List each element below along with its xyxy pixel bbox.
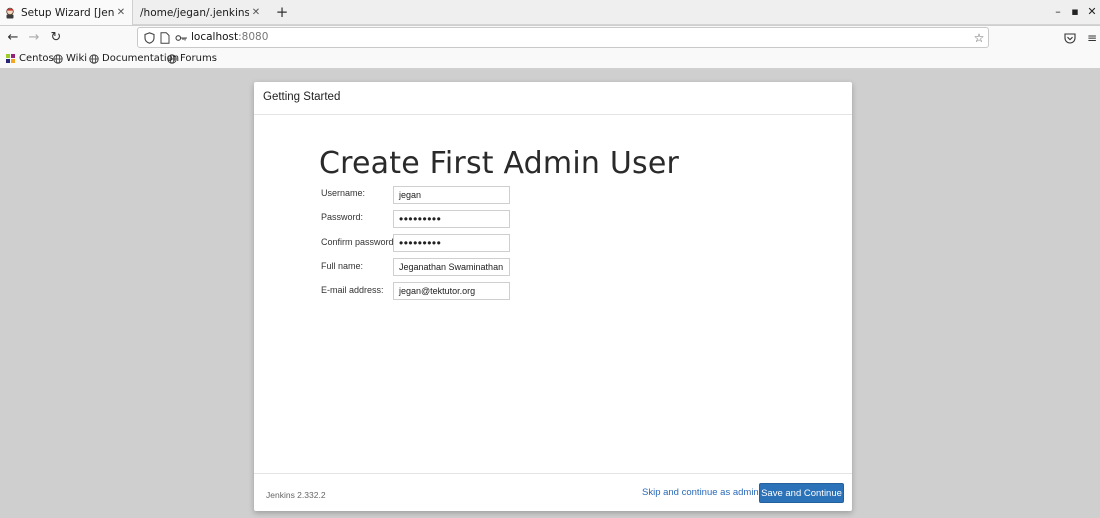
hamburger-menu-icon[interactable]: ≡ <box>1084 30 1100 46</box>
url-host: localhost <box>191 31 239 43</box>
tab-title: /home/jegan/.jenkins/secrets/ <box>140 6 249 19</box>
jenkins-version: Jenkins 2.332.2 <box>266 490 326 500</box>
username-input[interactable]: jegan <box>393 186 510 204</box>
bookmark-centos[interactable]: Centos <box>5 53 54 64</box>
minimize-window-icon[interactable]: – <box>1050 4 1066 20</box>
setup-wizard-dialog: Getting Started Create First Admin User … <box>254 82 852 511</box>
forward-arrow-icon[interactable]: → <box>25 29 43 47</box>
centos-icon <box>5 53 16 64</box>
password-input[interactable]: ••••••••• <box>393 210 510 228</box>
bookmark-star-icon[interactable]: ☆ <box>972 30 986 45</box>
page-icon <box>158 30 172 45</box>
jenkins-favicon-icon <box>4 7 16 19</box>
address-bar[interactable]: localhost:8080 ☆ <box>137 27 989 48</box>
globe-icon <box>166 53 177 64</box>
key-icon[interactable] <box>174 30 188 45</box>
confirm-password-label: Confirm password: <box>321 237 397 247</box>
back-arrow-icon[interactable]: ← <box>4 29 22 47</box>
url-text[interactable]: localhost:8080 <box>191 31 268 43</box>
tab-strip: Setup Wizard [Jenkins] ✕ /home/jegan/.je… <box>0 0 1100 25</box>
full-name-input[interactable]: Jeganathan Swaminathan <box>393 258 510 276</box>
bookmark-label: Centos <box>19 53 54 64</box>
full-name-label: Full name: <box>321 261 364 271</box>
email-label: E-mail address: <box>321 285 384 295</box>
confirm-password-input[interactable]: ••••••••• <box>393 234 510 252</box>
page-title: Create First Admin User <box>319 146 680 181</box>
bookmarks-toolbar: Centos Wiki Documentation Forums <box>0 50 1100 69</box>
reload-icon[interactable]: ↻ <box>47 29 65 47</box>
globe-icon <box>88 53 99 64</box>
tab-secrets-file[interactable]: /home/jegan/.jenkins/secrets/ ✕ <box>134 0 267 25</box>
bookmark-label: Forums <box>180 53 217 64</box>
close-tab-icon[interactable]: ✕ <box>249 7 263 18</box>
new-tab-button[interactable]: + <box>274 3 290 21</box>
save-and-continue-button[interactable]: Save and Continue <box>759 483 844 503</box>
pocket-icon[interactable] <box>1062 30 1078 46</box>
dialog-header: Getting Started <box>254 82 852 115</box>
url-port: :8080 <box>238 31 269 43</box>
password-label: Password: <box>321 212 364 222</box>
close-window-icon[interactable]: ✕ <box>1084 4 1100 20</box>
bookmark-forums[interactable]: Forums <box>166 53 217 64</box>
username-label: Username: <box>321 188 366 198</box>
tab-title: Setup Wizard [Jenkins] <box>21 6 114 19</box>
dialog-title: Getting Started <box>263 91 341 103</box>
tab-setup-wizard[interactable]: Setup Wizard [Jenkins] ✕ <box>0 0 133 25</box>
skip-and-continue-link[interactable]: Skip and continue as admin <box>642 487 759 498</box>
bookmark-label: Wiki <box>66 53 88 64</box>
bookmark-wiki[interactable]: Wiki <box>52 53 87 64</box>
maximize-window-icon[interactable]: ▪ <box>1067 4 1083 20</box>
shield-icon[interactable] <box>142 30 156 45</box>
globe-icon <box>52 53 63 64</box>
navigation-bar: ← → ↻ localhost:8080 ☆ ≡ <box>0 26 1100 50</box>
close-tab-icon[interactable]: ✕ <box>114 7 128 18</box>
dialog-footer: Jenkins 2.332.2 Skip and continue as adm… <box>254 473 852 511</box>
email-input[interactable]: jegan@tektutor.org <box>393 282 510 300</box>
